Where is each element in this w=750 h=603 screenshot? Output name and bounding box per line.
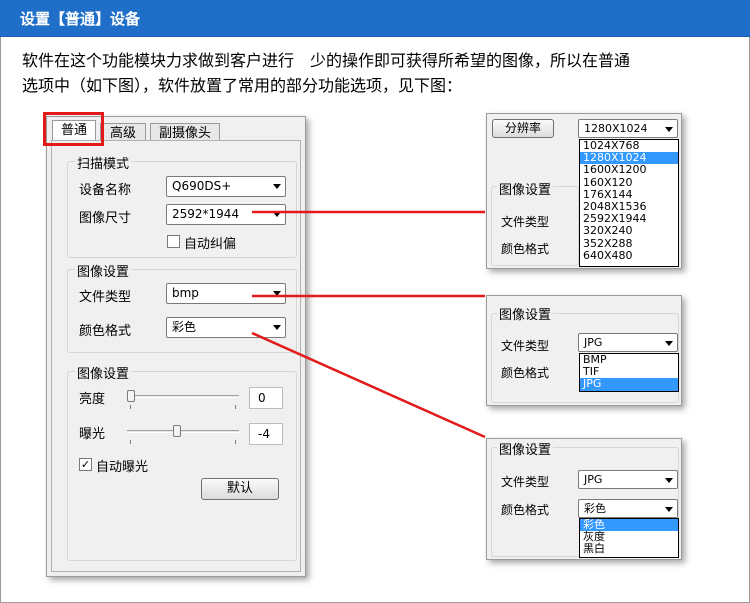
connector-line-color — [251, 331, 486, 439]
connector-lines — [251, 210, 486, 439]
